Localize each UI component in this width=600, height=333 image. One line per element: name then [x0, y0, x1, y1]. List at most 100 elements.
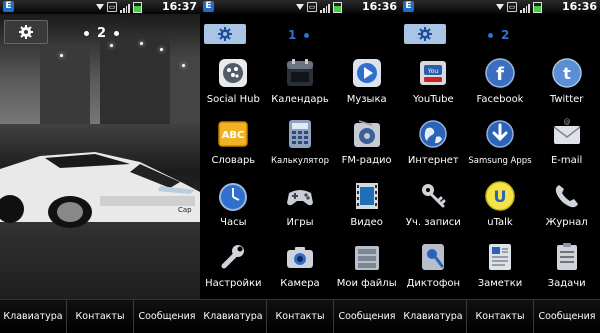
tasks-icon	[550, 240, 584, 274]
app-label: Задачи	[547, 277, 586, 289]
app-label: Twitter	[549, 94, 584, 105]
samsung-apps-icon	[483, 117, 517, 151]
edge-network-icon: E	[3, 1, 14, 12]
signal-triangle-icon	[496, 4, 504, 10]
home-page-number: 2	[97, 26, 107, 41]
fm-radio-icon	[350, 117, 384, 151]
voice-recorder-icon	[416, 240, 450, 274]
app-email[interactable]: @ E-mail	[533, 113, 600, 174]
app-tasks[interactable]: Задачи	[533, 236, 600, 297]
app-utalk[interactable]: U uTalk	[467, 175, 534, 236]
battery-icon	[133, 1, 142, 13]
car-illustration: Cap	[0, 152, 200, 228]
social-hub-icon	[216, 56, 250, 90]
contacts-softkey[interactable]: Контакты	[67, 300, 134, 333]
app-calendar[interactable]: Календарь	[267, 52, 334, 113]
softkey-bar: Клавиатура Контакты Сообщения	[200, 299, 400, 333]
app-video[interactable]: Видео	[333, 175, 400, 236]
app-voice-recorder[interactable]: Диктофон	[400, 236, 467, 297]
calendar-icon	[283, 56, 317, 90]
app-label: Заметки	[477, 277, 523, 289]
home-settings-gear-button[interactable]	[4, 20, 48, 44]
vibrate-icon: ▭	[307, 2, 317, 12]
menu-page-indicator: 2	[488, 28, 509, 42]
svg-text:@: @	[563, 118, 570, 126]
messages-softkey[interactable]: Сообщения	[134, 300, 200, 333]
signal-triangle-icon	[296, 4, 304, 10]
signal-strength-icon	[120, 2, 130, 13]
contacts-softkey[interactable]: Контакты	[467, 300, 534, 333]
messages-softkey[interactable]: Сообщения	[334, 300, 400, 333]
app-clock[interactable]: Часы	[200, 175, 267, 236]
status-bar: E ▭ 16:36	[400, 0, 600, 14]
notes-icon	[483, 240, 517, 274]
app-calculator[interactable]: Калькулятор	[267, 113, 334, 174]
keypad-softkey[interactable]: Клавиатура	[200, 300, 267, 333]
app-grid-page-2: You YouTube f Facebook t Twitter Интерне…	[400, 52, 600, 297]
app-social-hub[interactable]: Social Hub	[200, 52, 267, 113]
signal-triangle-icon	[96, 4, 104, 10]
video-icon	[350, 179, 384, 213]
app-facebook[interactable]: f Facebook	[467, 52, 534, 113]
svg-text:Cap: Cap	[178, 206, 192, 214]
menu-page-1-panel: E ▭ 16:36 1 Social Hub Календарь Музыка …	[200, 0, 400, 333]
app-twitter[interactable]: t Twitter	[533, 52, 600, 113]
vibrate-icon: ▭	[507, 2, 517, 12]
app-dictionary[interactable]: ABC Словарь	[200, 113, 267, 174]
app-games[interactable]: Игры	[267, 175, 334, 236]
app-label: Часы	[220, 216, 247, 228]
clock-time: 16:37	[161, 0, 197, 13]
home-screen-panel: E ▭ 16:37 Cap 2 Клавиатура Контакты Сооб…	[0, 0, 200, 333]
menu-page-number: 2	[501, 28, 510, 42]
keypad-softkey[interactable]: Клавиатура	[400, 300, 467, 333]
app-label: Настройки	[205, 277, 262, 289]
app-music[interactable]: Музыка	[333, 52, 400, 113]
app-label: uTalk	[487, 216, 513, 228]
app-accounts[interactable]: Уч. записи	[400, 175, 467, 236]
app-camera[interactable]: Камера	[267, 236, 334, 297]
app-samsung-apps[interactable]: Samsung Apps	[467, 113, 534, 174]
app-label: Мои файлы	[336, 277, 397, 289]
app-label: Журнал	[545, 216, 588, 228]
app-call-log[interactable]: Журнал	[533, 175, 600, 236]
app-label: Facebook	[476, 94, 524, 105]
battery-icon	[333, 1, 342, 13]
app-label: Камера	[280, 277, 320, 289]
svg-text:f: f	[496, 64, 504, 85]
app-label: Видео	[350, 216, 383, 228]
menu-page-2-panel: E ▭ 16:36 2 You YouTube f Facebook t Twi…	[400, 0, 600, 333]
app-grid-page-1: Social Hub Календарь Музыка ABC Словарь	[200, 52, 400, 297]
app-label: Калькулятор	[271, 156, 329, 167]
app-label: YouTube	[412, 94, 454, 105]
music-icon	[350, 56, 384, 90]
app-label: Social Hub	[206, 94, 260, 105]
gear-icon	[218, 27, 232, 41]
keypad-softkey[interactable]: Клавиатура	[0, 300, 67, 333]
home-page-indicator: 2	[84, 26, 120, 41]
app-settings[interactable]: Настройки	[200, 236, 267, 297]
my-files-icon	[350, 240, 384, 274]
menu-page-indicator: 1	[288, 28, 310, 42]
app-label: FM-радио	[341, 155, 392, 167]
menu-edit-gear-button[interactable]	[404, 24, 446, 44]
email-icon: @	[550, 117, 584, 151]
app-notes[interactable]: Заметки	[467, 236, 534, 297]
contacts-softkey[interactable]: Контакты	[267, 300, 334, 333]
clock-time: 16:36	[561, 0, 597, 13]
battery-icon	[533, 1, 542, 13]
app-internet[interactable]: Интернет	[400, 113, 467, 174]
app-label: Samsung Apps	[468, 156, 532, 167]
app-my-files[interactable]: Мои файлы	[333, 236, 400, 297]
status-bar: E ▭ 16:37	[0, 0, 200, 14]
app-fm-radio[interactable]: FM-радио	[333, 113, 400, 174]
app-label: Календарь	[271, 94, 329, 105]
menu-edit-gear-button[interactable]	[204, 24, 246, 44]
page-dot	[114, 31, 120, 36]
app-label: Интернет	[407, 155, 459, 167]
messages-softkey[interactable]: Сообщения	[534, 300, 600, 333]
app-youtube[interactable]: You YouTube	[400, 52, 467, 113]
signal-strength-icon	[520, 2, 530, 13]
softkey-bar: Клавиатура Контакты Сообщения	[400, 299, 600, 333]
svg-text:t: t	[563, 64, 571, 83]
clock-time: 16:36	[361, 0, 397, 13]
